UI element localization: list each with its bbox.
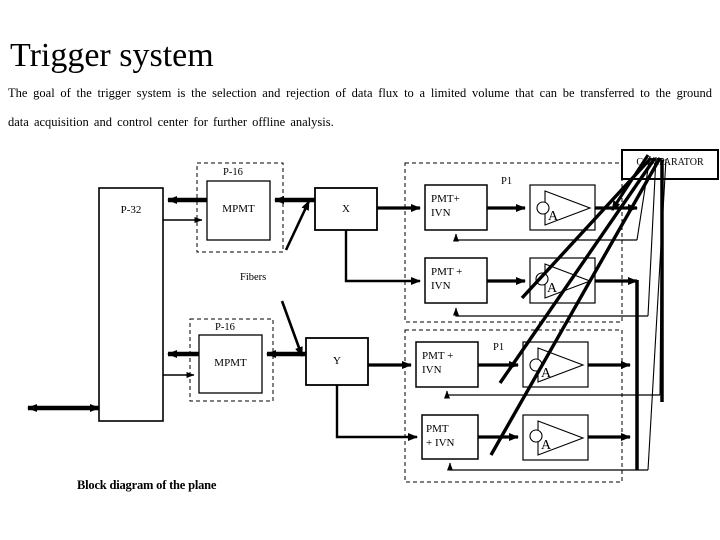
block-x [314,187,378,231]
block-mpmt-bottom [198,334,263,394]
amplifier-row4 [522,414,589,461]
label-p1-top: P1 [501,176,513,187]
block-pmt-row2 [424,257,488,304]
label-fibers: Fibers [240,272,267,283]
feedback-to-pmt-row4 [447,462,648,471]
feedback-to-pmt-row3 [444,390,660,399]
block-p32 [98,187,164,422]
fiber-line-bottom [280,300,304,357]
block-pmt-row1 [424,184,488,231]
label-p16-bottom: P-16 [215,322,235,333]
label-p1-bottom: P1 [493,342,505,353]
block-diagram: P-32 MPMT MPMT X Y PMT+ IVN PMT + IVN PM… [0,130,720,540]
intro-paragraph: The goal of the trigger system is the se… [8,85,712,129]
amplifier-row1 [529,184,596,231]
label-p16-top: P-16 [223,167,243,178]
block-y [305,337,369,386]
block-pmt-row3 [415,341,479,388]
block-mpmt-top [206,180,271,241]
fiber-line-top [284,200,311,251]
return-strand-2 [647,156,657,317]
block-pmt-row4 [421,414,479,460]
diagram-caption: Block diagram of the plane [77,478,217,492]
page-title: Trigger system [10,36,214,74]
feedback-to-pmt-row1 [453,233,637,242]
link-x-to-pmt-row2 [344,230,421,285]
